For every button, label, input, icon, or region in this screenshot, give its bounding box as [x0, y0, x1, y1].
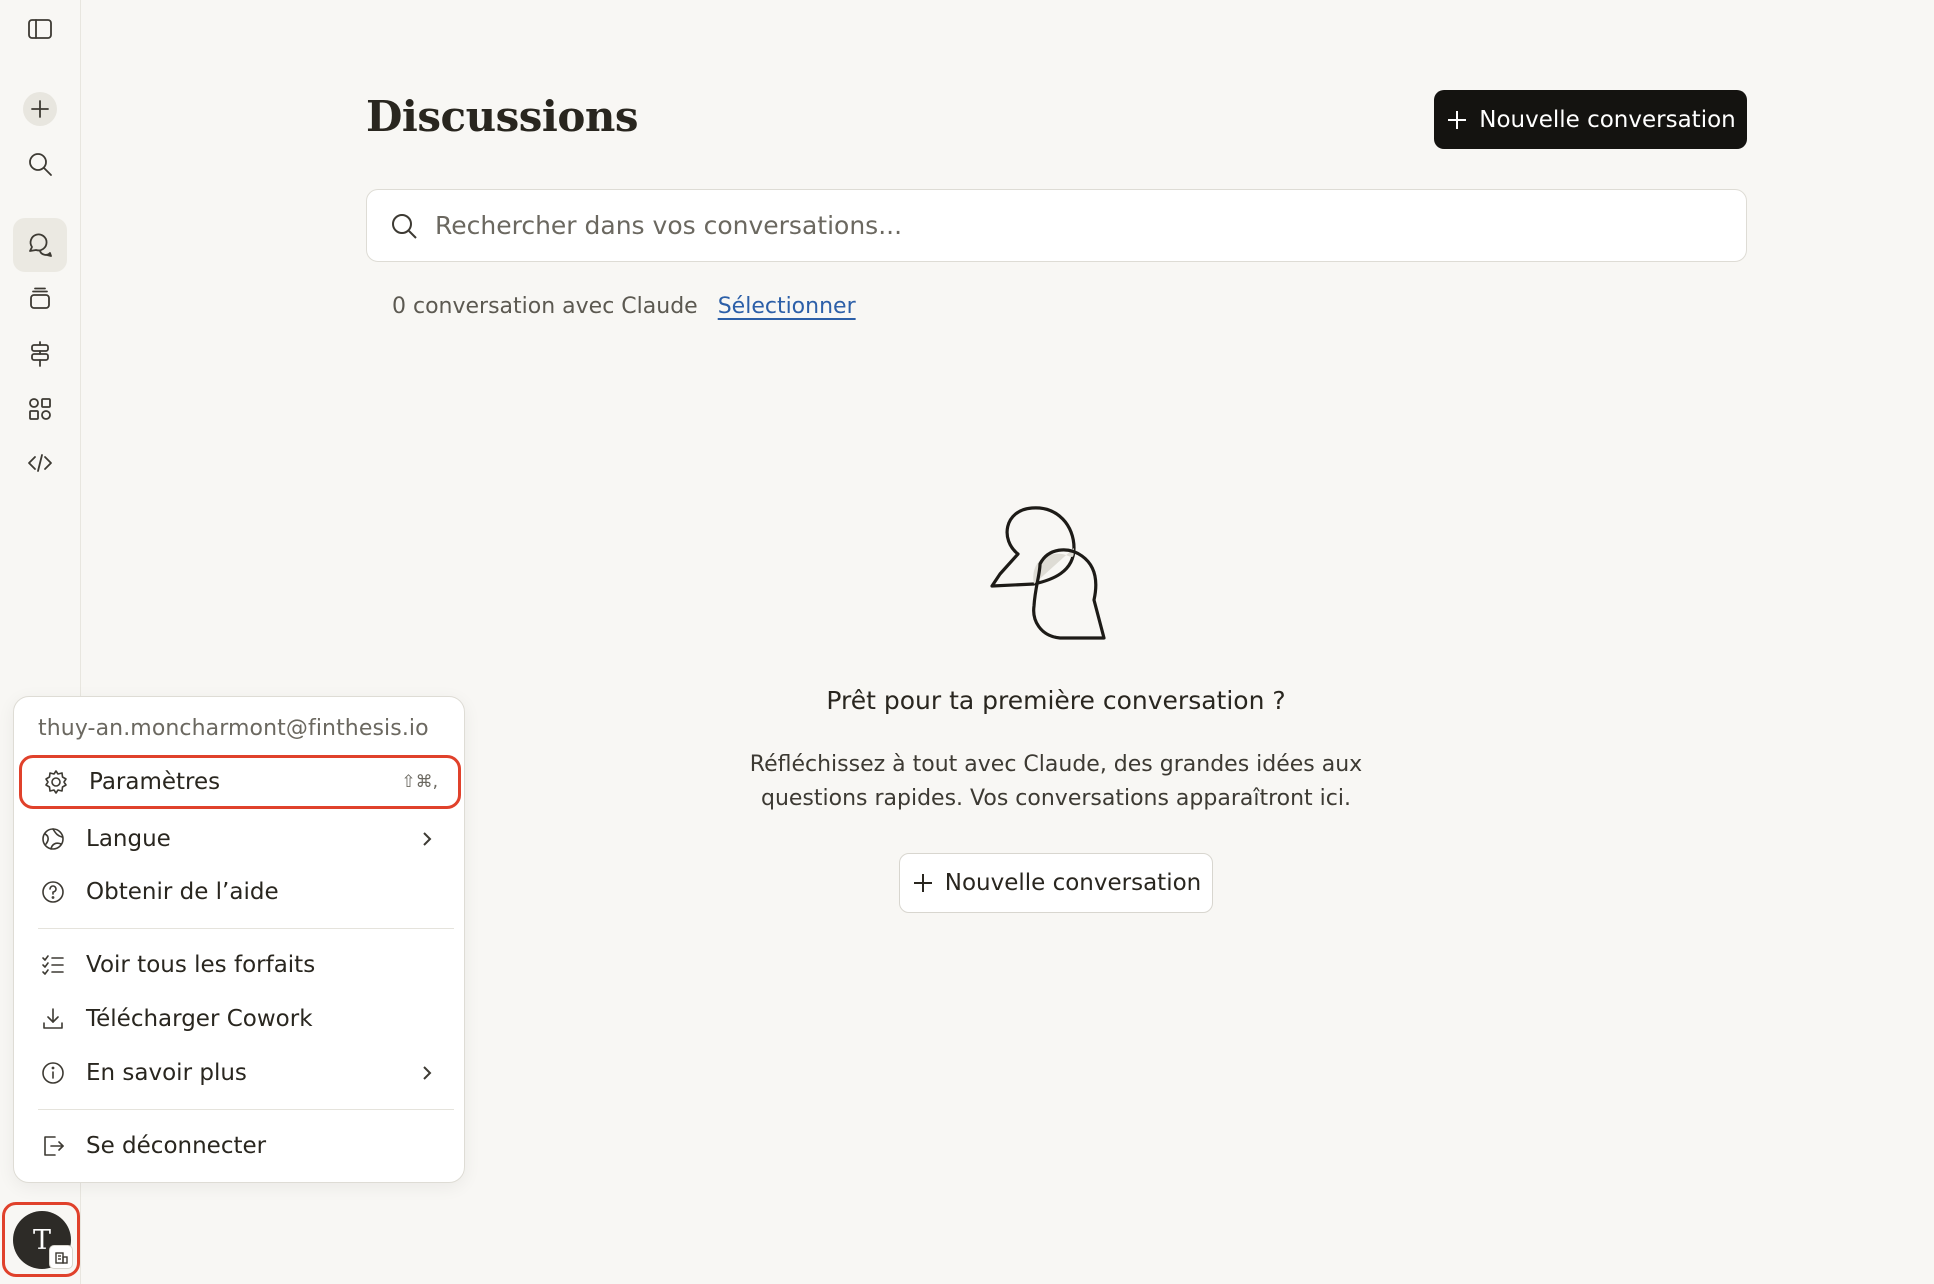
plus-icon [1448, 110, 1467, 129]
search-bar[interactable] [366, 189, 1747, 262]
menu-item-logout[interactable]: Se déconnecter [22, 1119, 458, 1173]
signpost-button[interactable] [13, 327, 67, 381]
new-conversation-label: Nouvelle conversation [944, 870, 1202, 896]
artifacts-button[interactable] [13, 382, 67, 436]
chevron-right-icon [418, 1064, 436, 1082]
search-icon [29, 153, 52, 176]
code-button[interactable] [13, 436, 67, 490]
download-icon [38, 1004, 68, 1034]
user-email: thuy-an.moncharmont@finthesis.io [38, 716, 429, 741]
page-title: Discussions [366, 92, 639, 141]
menu-item-label: Se déconnecter [86, 1133, 267, 1159]
empty-state-description: Réfléchissez à tout avec Claude, des gra… [0, 748, 1934, 816]
select-link[interactable]: Sélectionner [718, 294, 856, 319]
plus-icon [31, 100, 49, 118]
chevron-right-icon [418, 830, 436, 848]
menu-item-label: Obtenir de l’aide [86, 879, 279, 905]
menu-item-language[interactable]: Langue [22, 812, 458, 866]
organization-badge-icon [49, 1245, 73, 1269]
search-button[interactable] [13, 137, 67, 191]
help-circle-icon [38, 877, 68, 907]
empty-state-title: Prêt pour ta première conversation ? [826, 686, 1286, 715]
artifacts-icon [29, 398, 51, 420]
new-conversation-label: Nouvelle conversation [1479, 106, 1736, 133]
globe-icon [38, 824, 68, 854]
search-icon [392, 213, 417, 239]
conversation-count: 0 conversation avec Claude [392, 294, 698, 319]
menu-item-label: Télécharger Cowork [86, 1006, 313, 1032]
empty-state-description-line: Réfléchissez à tout avec Claude, des gra… [749, 752, 1363, 777]
projects-icon [30, 287, 50, 309]
menu-item-learn-more[interactable]: En savoir plus [22, 1046, 458, 1100]
menu-item-label: Langue [86, 826, 171, 852]
sidebar-toggle-button[interactable] [13, 2, 67, 56]
menu-divider [38, 1109, 454, 1110]
menu-item-download[interactable]: Télécharger Cowork [22, 992, 458, 1046]
projects-button[interactable] [13, 272, 67, 326]
list-icon [38, 950, 68, 980]
speech-bubbles-icon [990, 506, 1106, 640]
menu-divider [38, 928, 454, 929]
chats-icon [29, 233, 52, 257]
conversation-count-bar: 0 conversation avec Claude Sélectionner [392, 294, 856, 319]
menu-item-label: En savoir plus [86, 1060, 247, 1086]
plus-icon [913, 874, 932, 892]
menu-item-label: Voir tous les forfaits [86, 952, 316, 978]
chats-button[interactable] [13, 218, 67, 272]
signpost-icon [31, 341, 49, 367]
info-icon [38, 1058, 68, 1088]
code-icon [28, 454, 52, 472]
new-conversation-button[interactable]: Nouvelle conversation [1434, 90, 1747, 149]
search-input[interactable] [435, 211, 1715, 240]
menu-item-help[interactable]: Obtenir de l’aide [22, 865, 458, 919]
menu-item-plans[interactable]: Voir tous les forfaits [22, 938, 458, 992]
empty-state-description-line: questions rapides. Vos conversations app… [760, 786, 1351, 811]
logout-icon [38, 1131, 68, 1161]
new-chat-button[interactable] [13, 82, 67, 136]
avatar-button[interactable]: T [2, 1202, 80, 1277]
sidebar-toggle-icon [28, 19, 52, 39]
empty-state-new-conversation-button[interactable]: Nouvelle conversation [899, 853, 1213, 913]
